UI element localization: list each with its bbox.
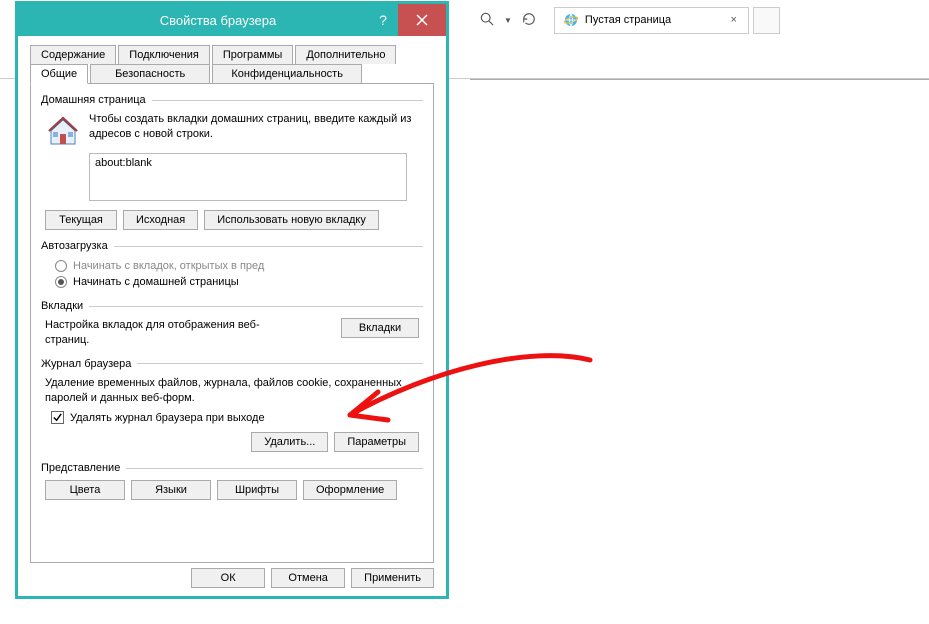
tab-privacy[interactable]: Конфиденциальность — [212, 64, 362, 84]
homepage-desc: Чтобы создать вкладки домашних страниц, … — [89, 112, 419, 148]
startup-group: Автозагрузка Начинать с вкладок, открыты… — [41, 240, 423, 290]
history-group: Журнал браузера Удаление временных файло… — [41, 358, 423, 453]
settings-button[interactable]: Параметры — [334, 432, 419, 452]
apply-button[interactable]: Применить — [351, 568, 434, 588]
refresh-icon[interactable] — [518, 12, 540, 29]
search-icon[interactable] — [476, 12, 498, 29]
cancel-button[interactable]: Отмена — [271, 568, 345, 588]
colors-button[interactable]: Цвета — [45, 480, 125, 500]
homepage-group: Домашняя страница Чтобы создать вкладки … — [41, 94, 423, 230]
startup-opt-home[interactable]: Начинать с домашней страницы — [45, 274, 419, 290]
tab-security[interactable]: Безопасность — [90, 64, 210, 84]
accessibility-button[interactable]: Оформление — [303, 480, 397, 500]
tabs-desc: Настройка вкладок для отображения веб-ст… — [45, 318, 275, 348]
appearance-group: Представление Цвета Языки Шрифты Оформле… — [41, 462, 423, 500]
browser-tab[interactable]: Пустая страница × — [554, 7, 749, 34]
ok-button[interactable]: ОК — [191, 568, 265, 588]
use-current-button[interactable]: Текущая — [45, 210, 117, 230]
tab-connections[interactable]: Подключения — [118, 45, 210, 64]
general-panel: Домашняя страница Чтобы создать вкладки … — [30, 83, 434, 563]
titlebar: Свойства браузера ? — [18, 4, 446, 36]
tabs-group: Вкладки Настройка вкладок для отображени… — [41, 300, 423, 348]
delete-on-exit-checkbox[interactable]: Удалять журнал браузера при выходе — [45, 405, 419, 424]
homepage-input[interactable] — [89, 153, 407, 201]
appearance-label: Представление — [41, 462, 120, 474]
tabs-button[interactable]: Вкладки — [341, 318, 419, 338]
dialog-title: Свойства браузера — [18, 13, 368, 28]
dialog-footer: ОК Отмена Применить — [191, 568, 434, 588]
tab-title: Пустая страница — [585, 14, 671, 26]
dropdown-icon[interactable]: ▼ — [504, 16, 512, 25]
internet-options-dialog: Свойства браузера ? Содержание Подключен… — [17, 3, 447, 597]
radio-checked-icon — [55, 276, 67, 288]
radio-icon — [55, 260, 67, 272]
startup-opt-tabs[interactable]: Начинать с вкладок, открытых в пред — [45, 258, 419, 274]
divider — [470, 79, 929, 80]
close-button[interactable] — [398, 4, 446, 36]
help-button[interactable]: ? — [368, 12, 398, 28]
home-icon — [45, 112, 81, 148]
tab-row-2: Общие Безопасность Конфиденциальность — [24, 63, 440, 83]
languages-button[interactable]: Языки — [131, 480, 211, 500]
checkbox-checked-icon — [51, 411, 64, 424]
homepage-label: Домашняя страница — [41, 94, 146, 106]
history-desc: Удаление временных файлов, журнала, файл… — [45, 376, 419, 406]
tab-advanced[interactable]: Дополнительно — [295, 45, 396, 64]
fonts-button[interactable]: Шрифты — [217, 480, 297, 500]
tab-content[interactable]: Содержание — [30, 45, 116, 64]
tab-general[interactable]: Общие — [30, 64, 88, 84]
tab-row-1: Содержание Подключения Программы Дополни… — [24, 44, 440, 63]
use-default-button[interactable]: Исходная — [123, 210, 198, 230]
delete-button[interactable]: Удалить... — [251, 432, 328, 452]
use-newtab-button[interactable]: Использовать новую вкладку — [204, 210, 379, 230]
startup-label: Автозагрузка — [41, 240, 108, 252]
ie-icon — [563, 12, 579, 28]
address-bar-controls: ▼ — [470, 7, 546, 34]
tabs-label: Вкладки — [41, 300, 83, 312]
tab-close-icon[interactable]: × — [727, 14, 739, 26]
tab-programs[interactable]: Программы — [212, 45, 293, 64]
history-label: Журнал браузера — [41, 358, 131, 370]
new-tab-button[interactable] — [753, 7, 780, 34]
